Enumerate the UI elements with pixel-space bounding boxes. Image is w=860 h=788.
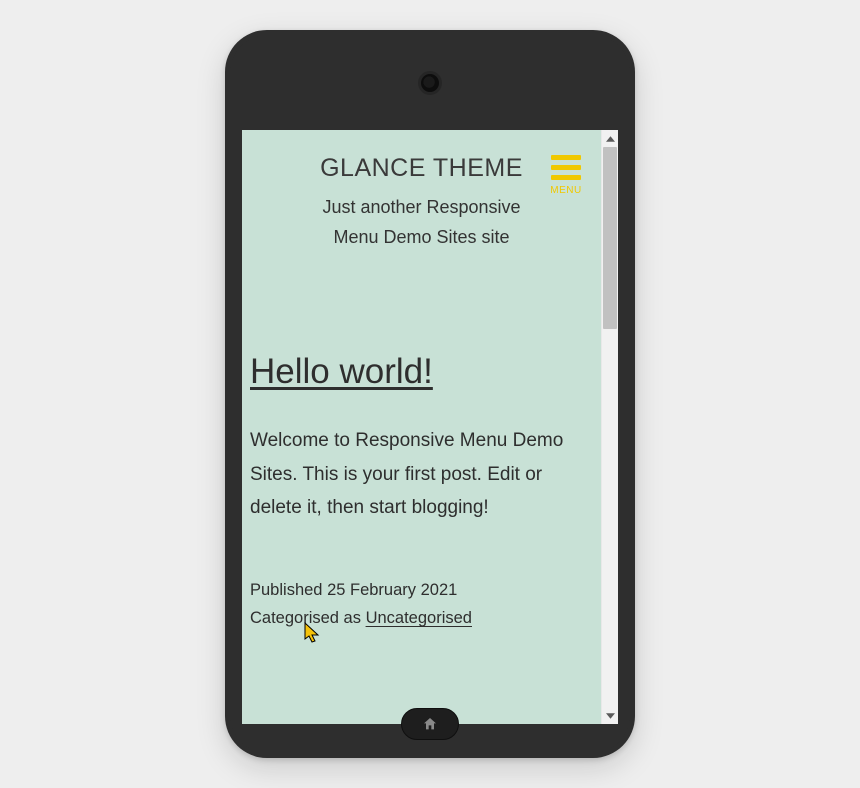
published-prefix: Published (250, 581, 327, 599)
vertical-scrollbar[interactable] (601, 130, 618, 724)
phone-frame: GLANCE THEME Just another Responsive Men… (225, 30, 635, 758)
scroll-thumb[interactable] (603, 147, 617, 329)
site-header: GLANCE THEME Just another Responsive Men… (242, 130, 601, 252)
home-icon (422, 716, 438, 732)
hamburger-icon (546, 155, 586, 180)
scroll-up-button[interactable] (602, 130, 618, 147)
post: Hello world! Welcome to Responsive Menu … (242, 352, 601, 632)
post-meta: Published 25 February 2021 Categorised a… (250, 576, 593, 632)
categorised-prefix: Categorised as (250, 609, 366, 627)
category-link[interactable]: Uncategorised (366, 609, 472, 627)
category-line: Categorised as Uncategorised (250, 604, 593, 632)
page-viewport[interactable]: GLANCE THEME Just another Responsive Men… (242, 130, 601, 724)
post-title-link[interactable]: Hello world! (250, 352, 593, 392)
phone-camera (418, 71, 442, 95)
site-tagline: Just another Responsive Menu Demo Sites … (252, 193, 591, 252)
site-title[interactable]: GLANCE THEME (252, 154, 591, 183)
post-body: Welcome to Responsive Menu Demo Sites. T… (250, 424, 593, 524)
published-date: 25 February 2021 (327, 581, 457, 599)
menu-button[interactable]: MENU (546, 155, 586, 196)
phone-screen: GLANCE THEME Just another Responsive Men… (242, 130, 618, 724)
menu-label: MENU (546, 185, 586, 196)
published-line: Published 25 February 2021 (250, 576, 593, 604)
scroll-down-button[interactable] (602, 707, 618, 724)
phone-home-button[interactable] (401, 708, 459, 740)
